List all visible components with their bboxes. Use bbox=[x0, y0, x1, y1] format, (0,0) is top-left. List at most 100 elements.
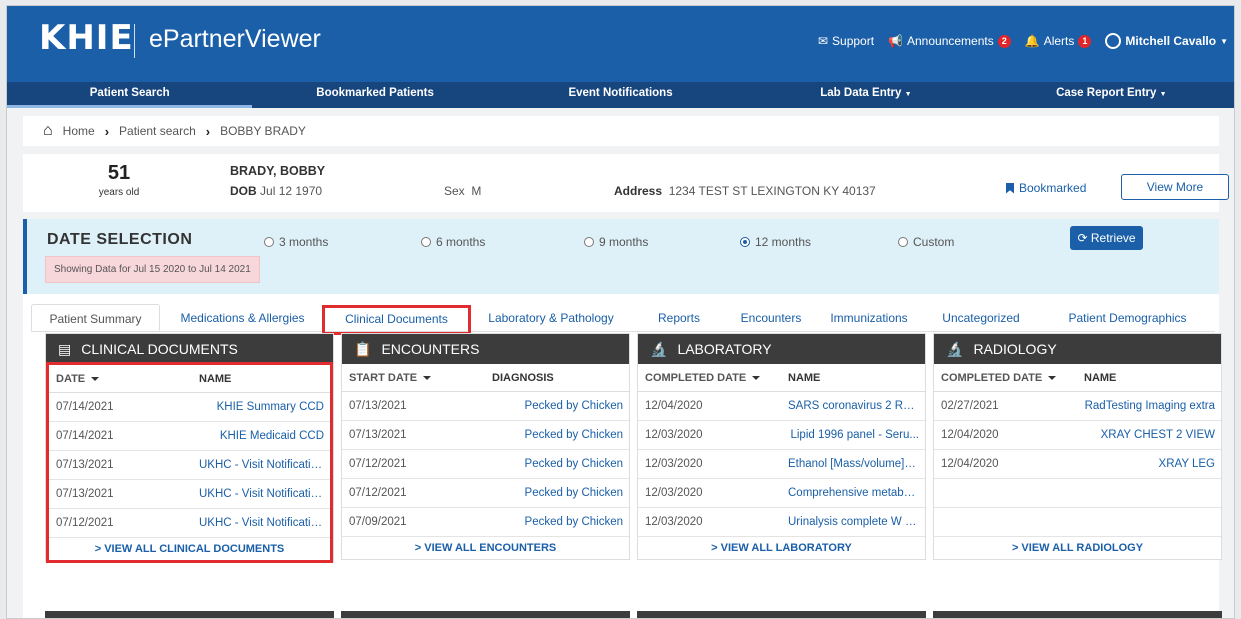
diagnosis-link[interactable]: Pecked by Chicken bbox=[492, 400, 629, 412]
document-link[interactable]: UKHC - Visit Notification ... bbox=[199, 488, 330, 500]
radiology-link[interactable]: XRAY LEG bbox=[1084, 458, 1221, 470]
caret-down-icon: ▼ bbox=[1159, 91, 1167, 98]
tab-laboratory-pathology[interactable]: Laboratory & Pathology bbox=[468, 304, 634, 331]
document-link[interactable]: UKHC - Visit Notification ... bbox=[199, 459, 330, 471]
main-nav: Patient Search Bookmarked Patients Event… bbox=[7, 82, 1234, 108]
patient-card: 51 years old BRADY, BOBBY DOB Jul 12 197… bbox=[23, 154, 1229, 212]
column-headers: COMPLETED DATE NAME bbox=[638, 364, 925, 392]
tab-encounters[interactable]: Encounters bbox=[724, 304, 818, 331]
announcements-link[interactable]: 📢 Announcements 2 bbox=[888, 34, 1011, 48]
announcements-badge: 2 bbox=[997, 34, 1011, 48]
radio-6-months[interactable]: 6 months bbox=[421, 235, 485, 249]
radiology-link[interactable]: XRAY CHEST 2 VIEW bbox=[1084, 429, 1221, 441]
table-row: 07/13/2021 Pecked by Chicken bbox=[342, 392, 629, 421]
tab-immunizations[interactable]: Immunizations bbox=[818, 304, 920, 331]
radio-3-months[interactable]: 3 months bbox=[264, 235, 328, 249]
microscope-icon: 🔬 bbox=[946, 341, 964, 357]
microscope-icon: 🔬 bbox=[650, 341, 668, 357]
diagnosis-link[interactable]: Pecked by Chicken bbox=[492, 487, 629, 499]
view-all-laboratory-link[interactable]: > VIEW ALL LABORATORY bbox=[638, 537, 925, 559]
bookmark-icon bbox=[1006, 182, 1014, 194]
nav-tab-case-report-entry[interactable]: Case Report Entry ▼ bbox=[989, 82, 1234, 108]
panel-header: 🔬 RADIOLOGY bbox=[934, 334, 1221, 364]
immunizations-panel-header: 💉IMMUNIZATIONS bbox=[933, 611, 1222, 618]
diagnosis-link[interactable]: Pecked by Chicken bbox=[492, 458, 629, 470]
tab-patient-summary[interactable]: Patient Summary bbox=[31, 304, 160, 331]
home-icon[interactable]: ⌂ bbox=[43, 122, 53, 140]
khie-logo[interactable]: KHIE bbox=[39, 18, 134, 58]
microscope-icon: 🔬 bbox=[353, 611, 370, 618]
diagnosis-link[interactable]: Pecked by Chicken bbox=[492, 516, 629, 528]
clipboard-icon: 📋 bbox=[354, 341, 372, 357]
logo-divider bbox=[134, 24, 135, 58]
view-all-radiology-link[interactable]: > VIEW ALL RADIOLOGY bbox=[934, 537, 1221, 559]
lab-link[interactable]: SARS coronavirus 2 RNA ... bbox=[788, 400, 925, 412]
nav-tab-bookmarked-patients[interactable]: Bookmarked Patients bbox=[252, 82, 497, 108]
clinical-documents-panel: ▤ CLINICAL DOCUMENTS DATE NAME 07/14/2021 K… bbox=[45, 333, 334, 563]
tab-patient-demographics[interactable]: Patient Demographics bbox=[1042, 304, 1213, 331]
radio-9-months[interactable]: 9 months bbox=[584, 235, 648, 249]
nav-tab-lab-data-entry[interactable]: Lab Data Entry ▼ bbox=[743, 82, 988, 108]
nav-tab-patient-search[interactable]: Patient Search bbox=[7, 82, 253, 108]
top-right-menu: ✉ Support 📢 Announcements 2 🔔 Alerts 1 M… bbox=[818, 33, 1228, 49]
radiology-panel: 🔬 RADIOLOGY COMPLETED DATE NAME 02/27/2021… bbox=[933, 333, 1222, 560]
caret-down-icon: ▼ bbox=[1220, 36, 1228, 46]
radiology-link[interactable]: RadTesting Imaging extra bbox=[1084, 400, 1221, 412]
date-selection: DATE SELECTION Showing Data for Jul 15 2… bbox=[23, 219, 1219, 294]
breadcrumb-home[interactable]: Home bbox=[63, 124, 95, 138]
radio-icon bbox=[264, 237, 274, 247]
nav-tab-event-notifications[interactable]: Event Notifications bbox=[498, 82, 743, 108]
retrieve-button[interactable]: ⟳ Retrieve bbox=[1070, 226, 1143, 250]
col-name-header: NAME bbox=[1084, 371, 1117, 384]
col-completed-date-header[interactable]: COMPLETED DATE bbox=[638, 372, 788, 384]
table-row: 12/03/2020 Lipid 1996 panel - Seru... bbox=[638, 421, 925, 450]
patient-dob: DOB Jul 12 1970 bbox=[230, 184, 323, 198]
table-row: 12/03/2020 Urinalysis complete W R... bbox=[638, 508, 925, 537]
view-all-clinical-documents-link[interactable]: > VIEW ALL CLINICAL DOCUMENTS bbox=[49, 538, 330, 560]
breadcrumb-patient-search[interactable]: Patient search bbox=[119, 124, 196, 138]
radio-12-months[interactable]: 12 months bbox=[740, 235, 811, 249]
bookmarked-toggle[interactable]: Bookmarked bbox=[1006, 181, 1086, 195]
envelope-icon: ✉ bbox=[817, 34, 829, 48]
col-date-header[interactable]: DATE bbox=[49, 373, 199, 385]
encounters-panel: 📋 ENCOUNTERS START DATE DIAGNOSIS 07/13/20… bbox=[341, 333, 630, 560]
table-row: 12/03/2020 Ethanol [Mass/volume] i... bbox=[638, 450, 925, 479]
patient-name: BRADY, BOBBY bbox=[230, 164, 326, 178]
laboratory-panel: 🔬 LABORATORY COMPLETED DATE NAME 12/04/202… bbox=[637, 333, 926, 560]
tab-clinical-documents[interactable]: Clinical Documents bbox=[322, 305, 471, 335]
view-all-encounters-link[interactable]: > VIEW ALL ENCOUNTERS bbox=[342, 537, 629, 559]
diagnosis-link[interactable]: Pecked by Chicken bbox=[492, 429, 629, 441]
content-area: Patient Summary Medications & Allergies … bbox=[23, 294, 1222, 618]
pathology-panel-header: 🔬PATHOLOGY bbox=[45, 611, 334, 618]
lab-link[interactable]: Urinalysis complete W R... bbox=[788, 516, 925, 528]
patient-tabs: Patient Summary Medications & Allergies … bbox=[31, 304, 1215, 335]
radio-selected-icon bbox=[740, 237, 750, 247]
tab-reports[interactable]: Reports bbox=[634, 304, 724, 331]
document-link[interactable]: KHIE Medicaid CCD bbox=[199, 430, 330, 442]
column-headers: COMPLETED DATE NAME bbox=[934, 364, 1221, 392]
support-link[interactable]: ✉ Support bbox=[818, 34, 874, 48]
view-more-button[interactable]: View More bbox=[1121, 174, 1229, 200]
col-start-date-header[interactable]: START DATE bbox=[342, 372, 492, 384]
lab-link[interactable]: Comprehensive metabol... bbox=[788, 487, 925, 499]
sort-icon bbox=[1048, 375, 1057, 380]
caret-down-icon: ▼ bbox=[904, 91, 912, 98]
col-completed-date-header[interactable]: COMPLETED DATE bbox=[934, 372, 1084, 384]
radio-custom[interactable]: Custom bbox=[898, 235, 954, 249]
syringe-icon: 💉 bbox=[945, 611, 962, 618]
table-row: 02/27/2021 RadTesting Imaging extra bbox=[934, 392, 1221, 421]
tab-medications-allergies[interactable]: Medications & Allergies bbox=[160, 304, 325, 331]
user-menu[interactable]: Mitchell Cavallo ▼ bbox=[1105, 33, 1228, 49]
table-row: 12/04/2020 SARS coronavirus 2 RNA ... bbox=[638, 392, 925, 421]
table-row-empty bbox=[934, 479, 1221, 508]
document-link[interactable]: UKHC - Visit Notification ... bbox=[199, 517, 330, 529]
alerts-link[interactable]: 🔔 Alerts 1 bbox=[1025, 34, 1092, 48]
lab-link[interactable]: Lipid 1996 panel - Seru... bbox=[788, 429, 925, 441]
document-link[interactable]: KHIE Summary CCD bbox=[199, 401, 330, 413]
panel-header: 📋 ENCOUNTERS bbox=[342, 334, 629, 364]
table-row: 12/03/2020 Comprehensive metabol... bbox=[638, 479, 925, 508]
table-row: 12/04/2020 XRAY LEG bbox=[934, 450, 1221, 479]
tab-uncategorized[interactable]: Uncategorized bbox=[920, 304, 1042, 331]
panel-header: 🔬 LABORATORY bbox=[638, 334, 925, 364]
lab-link[interactable]: Ethanol [Mass/volume] i... bbox=[788, 458, 925, 470]
